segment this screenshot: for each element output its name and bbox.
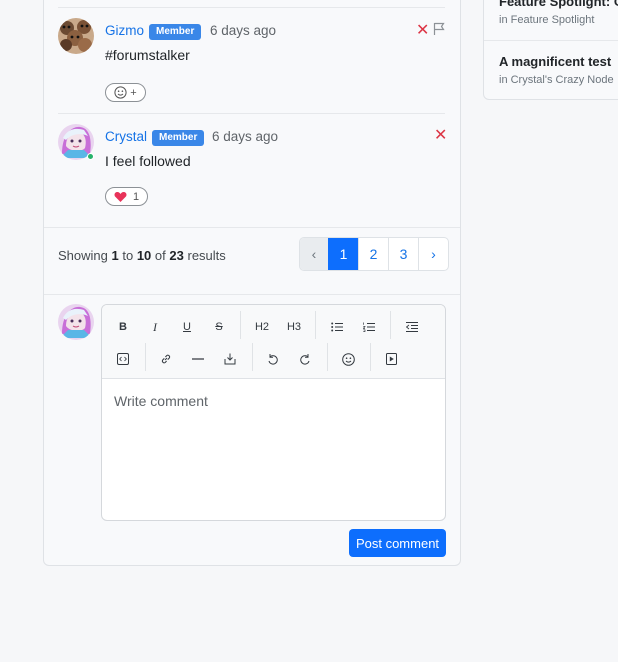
insert-image-icon[interactable] <box>218 347 242 371</box>
outdent-icon[interactable] <box>400 315 424 339</box>
strikethrough-icon[interactable]: S <box>207 315 231 339</box>
toolbar-divider <box>390 311 391 339</box>
prev-page-button[interactable]: ‹ <box>300 238 328 270</box>
toolbar-divider <box>370 343 371 371</box>
comment-username[interactable]: Crystal <box>105 129 147 144</box>
redo-icon[interactable] <box>293 347 317 371</box>
bullet-list-icon[interactable] <box>325 315 349 339</box>
add-reaction-button[interactable]: + <box>105 83 146 102</box>
pagination: ‹ 1 2 3 › <box>299 237 449 271</box>
emoji-icon[interactable] <box>336 347 360 371</box>
comment-time: 6 days ago <box>210 23 277 38</box>
related-threads-card: Feature Spotlight: C in Feature Spotligh… <box>483 0 618 100</box>
related-thread-title[interactable]: Feature Spotlight: C <box>499 0 618 9</box>
editor-toolbar: B I U S H2 H3 <box>102 305 445 379</box>
avatar[interactable] <box>58 18 94 54</box>
divider <box>58 113 445 114</box>
add-reaction-label: + <box>130 86 137 99</box>
toolbar-divider <box>327 343 328 371</box>
heart-icon <box>114 191 127 202</box>
link-icon[interactable] <box>154 347 178 371</box>
page-button-3[interactable]: 3 <box>388 238 418 270</box>
role-badge: Member <box>152 130 205 146</box>
comment-time: 6 days ago <box>212 129 279 144</box>
divider <box>44 227 460 228</box>
comment-input[interactable]: Write comment <box>114 393 208 409</box>
comment-body: I feel followed <box>105 153 191 169</box>
toolbar-divider <box>145 343 146 371</box>
page-button-1[interactable]: 1 <box>328 238 358 270</box>
toolbar-divider <box>315 311 316 339</box>
comment-body: #forumstalker <box>105 47 190 63</box>
underline-icon[interactable]: U <box>175 315 199 339</box>
role-badge: Member <box>149 24 202 40</box>
italic-icon[interactable]: I <box>143 315 167 339</box>
current-user-avatar <box>58 304 94 340</box>
code-block-icon[interactable] <box>111 347 135 371</box>
post-comment-button[interactable]: Post comment <box>349 529 446 557</box>
page-button-2[interactable]: 2 <box>358 238 388 270</box>
online-indicator <box>87 153 94 160</box>
toolbar-divider <box>240 311 241 339</box>
horizontal-rule-icon[interactable] <box>186 347 210 371</box>
delete-icon[interactable]: ✕ <box>416 22 429 38</box>
divider <box>44 294 460 295</box>
flag-icon[interactable] <box>433 22 445 36</box>
pagination-summary: Showing 1 to 10 of 23 results <box>58 248 226 263</box>
comment-username[interactable]: Gizmo <box>105 23 144 38</box>
media-icon[interactable] <box>379 347 403 371</box>
undo-icon[interactable] <box>261 347 285 371</box>
divider <box>484 40 618 41</box>
heading-3-button[interactable]: H3 <box>282 315 306 339</box>
numbered-list-icon[interactable] <box>357 315 381 339</box>
bold-icon[interactable]: B <box>111 315 135 339</box>
heading-2-button[interactable]: H2 <box>250 315 274 339</box>
related-thread-category[interactable]: in Feature Spotlight <box>499 14 594 26</box>
related-thread-title[interactable]: A magnificent test <box>499 54 611 69</box>
next-page-button[interactable]: › <box>418 238 448 270</box>
heart-reaction-button[interactable]: 1 <box>105 187 148 206</box>
toolbar-divider <box>252 343 253 371</box>
reaction-count: 1 <box>132 190 140 203</box>
emoji-icon <box>114 86 127 99</box>
comment-editor: B I U S H2 H3 Write comment <box>101 304 446 521</box>
divider <box>58 7 445 8</box>
delete-icon[interactable]: ✕ <box>434 127 447 143</box>
related-thread-category[interactable]: in Crystal's Crazy Node <box>499 74 614 86</box>
